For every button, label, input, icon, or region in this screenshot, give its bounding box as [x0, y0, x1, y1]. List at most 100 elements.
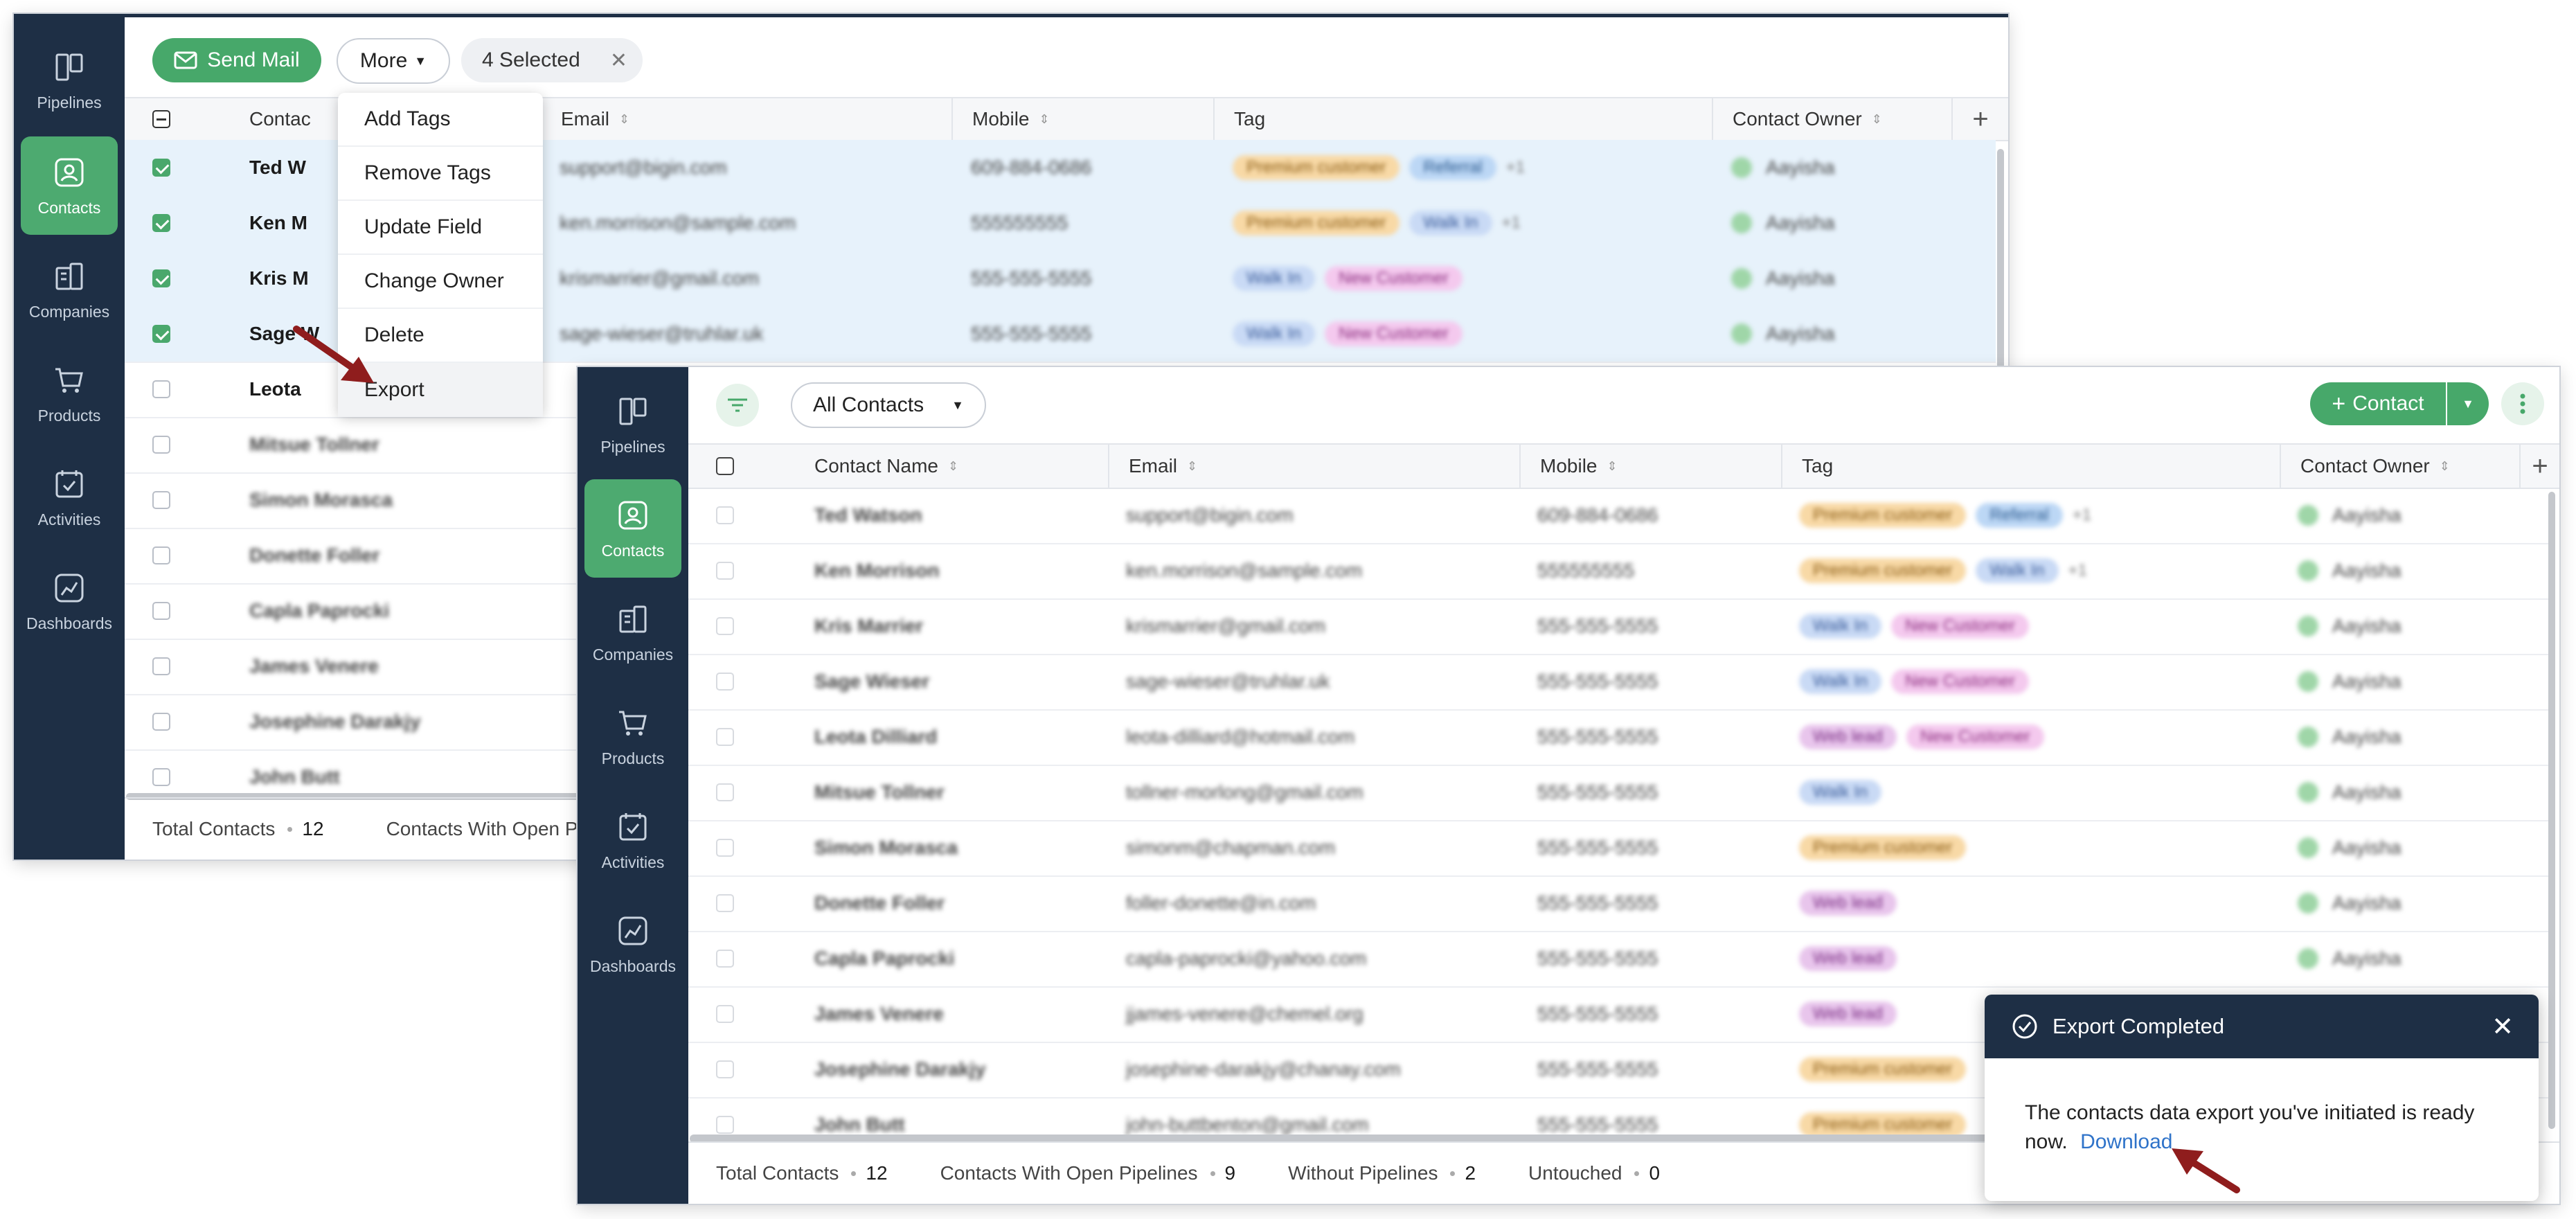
row-checkbox[interactable]: [152, 602, 170, 620]
sidebar-item-contacts[interactable]: Contacts: [584, 479, 681, 578]
more-button[interactable]: More ▼: [337, 38, 450, 84]
kebab-menu-button[interactable]: [2501, 382, 2544, 425]
contact-name[interactable]: John Butt: [249, 749, 340, 793]
view-selector[interactable]: All Contacts ▼: [791, 382, 986, 428]
row-checkbox[interactable]: [716, 950, 734, 968]
column-header-tag[interactable]: Tag: [1213, 98, 1712, 140]
sidebar-item-pipelines[interactable]: Pipelines: [584, 375, 681, 474]
contact-name[interactable]: Josephine Darakjy: [249, 694, 420, 749]
contact-name[interactable]: John Butt: [814, 1097, 905, 1139]
row-checkbox[interactable]: [152, 214, 170, 232]
close-icon[interactable]: ✕: [610, 48, 627, 73]
table-row[interactable]: Capla Paprocki capla-paprocki@yahoo.com 55…: [688, 931, 2548, 988]
row-checkbox[interactable]: [152, 436, 170, 454]
contact-name[interactable]: Donette Foller: [249, 528, 379, 583]
tag-list: Web lead: [1799, 931, 1906, 986]
contact-name[interactable]: Ken Morrison: [814, 543, 939, 598]
row-checkbox[interactable]: [716, 728, 734, 746]
contact-name[interactable]: Sage Wieser: [814, 654, 929, 709]
row-checkbox[interactable]: [716, 1060, 734, 1078]
column-header-owner[interactable]: Contact Owner ⇕: [2280, 445, 2519, 488]
contact-name[interactable]: Simon Morasca: [814, 820, 958, 875]
table-row[interactable]: Donette Foller foller-donette@in.com 555-5…: [688, 875, 2548, 932]
column-header-email[interactable]: Email ⇕: [540, 98, 951, 140]
column-header-mobile[interactable]: Mobile ⇕: [1519, 445, 1781, 488]
row-checkbox[interactable]: [152, 491, 170, 509]
tag-badge: Web lead: [1799, 891, 1897, 916]
contact-name[interactable]: Kris M: [249, 251, 309, 306]
row-checkbox[interactable]: [716, 839, 734, 857]
add-column-button[interactable]: +: [2519, 445, 2559, 488]
row-checkbox[interactable]: [716, 1116, 734, 1134]
contact-name[interactable]: Josephine Darakjy: [814, 1042, 985, 1097]
table-row[interactable]: Ken Morrison ken.morrison@sample.com 55555…: [688, 543, 2548, 600]
row-checkbox[interactable]: [716, 1005, 734, 1023]
table-row[interactable]: Sage Wieser sage-wieser@truhlar.uk 555-555…: [688, 654, 2548, 711]
row-checkbox[interactable]: [716, 617, 734, 635]
row-checkbox[interactable]: [152, 269, 170, 287]
column-header-name[interactable]: Contact Name ⇕: [814, 445, 1108, 488]
menu-item-add-tags[interactable]: Add Tags: [338, 93, 543, 147]
column-header-tag[interactable]: Tag: [1781, 445, 2280, 488]
table-row[interactable]: Simon Morasca simonm@chapman.com 555-555-5…: [688, 820, 2548, 877]
contact-name[interactable]: James Venere: [814, 986, 944, 1042]
contact-name[interactable]: Capla Paprocki: [814, 931, 954, 986]
check-circle-icon: [2012, 1014, 2037, 1039]
sidebar-item-products[interactable]: Products: [21, 344, 118, 443]
download-link[interactable]: Download: [2080, 1130, 2172, 1153]
contact-name[interactable]: Ted Watson: [814, 488, 922, 543]
menu-item-remove-tags[interactable]: Remove Tags: [338, 147, 543, 201]
sidebar-item-companies[interactable]: Companies: [584, 583, 681, 682]
table-row[interactable]: Kris Marrier krismarrier@gmail.com 555-555…: [688, 598, 2548, 655]
row-checkbox[interactable]: [152, 546, 170, 564]
sidebar-item-dashboards[interactable]: Dashboards: [21, 552, 118, 650]
column-header-owner[interactable]: Contact Owner ⇕: [1712, 98, 1951, 140]
send-mail-button[interactable]: Send Mail: [152, 38, 321, 82]
contact-name[interactable]: Ted W: [249, 140, 306, 195]
contact-name[interactable]: Kris Marrier: [814, 598, 923, 654]
sidebar-item-companies[interactable]: Companies: [21, 240, 118, 339]
sidebar-item-contacts[interactable]: Contacts: [21, 136, 118, 235]
table-row[interactable]: Ted Watson support@bigin.com 609-884-0686 P…: [688, 488, 2548, 544]
contact-name[interactable]: Mitsue Tollner: [814, 765, 945, 820]
column-header-mobile[interactable]: Mobile ⇕: [951, 98, 1213, 140]
contact-name[interactable]: Mitsue Tollner: [249, 417, 379, 472]
row-checkbox[interactable]: [152, 380, 170, 398]
vertical-scrollbar[interactable]: [1997, 149, 2004, 384]
table-row[interactable]: Mitsue Tollner tollner-morlong@gmail.com 5…: [688, 765, 2548, 821]
sidebar-item-activities[interactable]: Activities: [21, 448, 118, 546]
sidebar-item-activities[interactable]: Activities: [584, 791, 681, 889]
add-contact-button[interactable]: + Contact: [2310, 382, 2446, 425]
select-all-checkbox[interactable]: [716, 457, 734, 475]
row-checkbox[interactable]: [152, 159, 170, 177]
row-checkbox[interactable]: [152, 657, 170, 675]
select-all-checkbox[interactable]: [152, 110, 170, 128]
add-contact-dropdown[interactable]: ▼: [2447, 382, 2489, 425]
table-row[interactable]: Leota Dilliard leota-dilliard@hotmail.com…: [688, 709, 2548, 766]
contact-name[interactable]: Ken M: [249, 195, 307, 251]
row-checkbox[interactable]: [716, 673, 734, 691]
contact-name[interactable]: Simon Morasca: [249, 472, 393, 528]
vertical-scrollbar[interactable]: [2548, 492, 2555, 1129]
row-checkbox[interactable]: [152, 768, 170, 786]
filter-button[interactable]: [716, 384, 759, 427]
sidebar-item-pipelines[interactable]: Pipelines: [21, 31, 118, 130]
menu-item-change-owner[interactable]: Change Owner: [338, 255, 543, 309]
sidebar-item-dashboards[interactable]: Dashboards: [584, 895, 681, 993]
row-checkbox[interactable]: [716, 783, 734, 801]
contact-name[interactable]: James Venere: [249, 639, 379, 694]
row-checkbox[interactable]: [716, 506, 734, 524]
row-checkbox[interactable]: [716, 562, 734, 580]
sidebar-item-products[interactable]: Products: [584, 687, 681, 785]
row-checkbox[interactable]: [152, 325, 170, 343]
contact-name[interactable]: Capla Paprocki: [249, 583, 389, 639]
row-checkbox[interactable]: [152, 713, 170, 731]
contact-email: capla-paprocki@yahoo.com: [1126, 947, 1367, 969]
menu-item-update-field[interactable]: Update Field: [338, 201, 543, 255]
add-column-button[interactable]: +: [1951, 98, 2008, 140]
close-icon[interactable]: ✕: [2492, 1011, 2514, 1042]
contact-name[interactable]: Donette Foller: [814, 875, 945, 931]
column-header-email[interactable]: Email ⇕: [1108, 445, 1519, 488]
row-checkbox[interactable]: [716, 894, 734, 912]
contact-name[interactable]: Leota Dilliard: [814, 709, 937, 765]
